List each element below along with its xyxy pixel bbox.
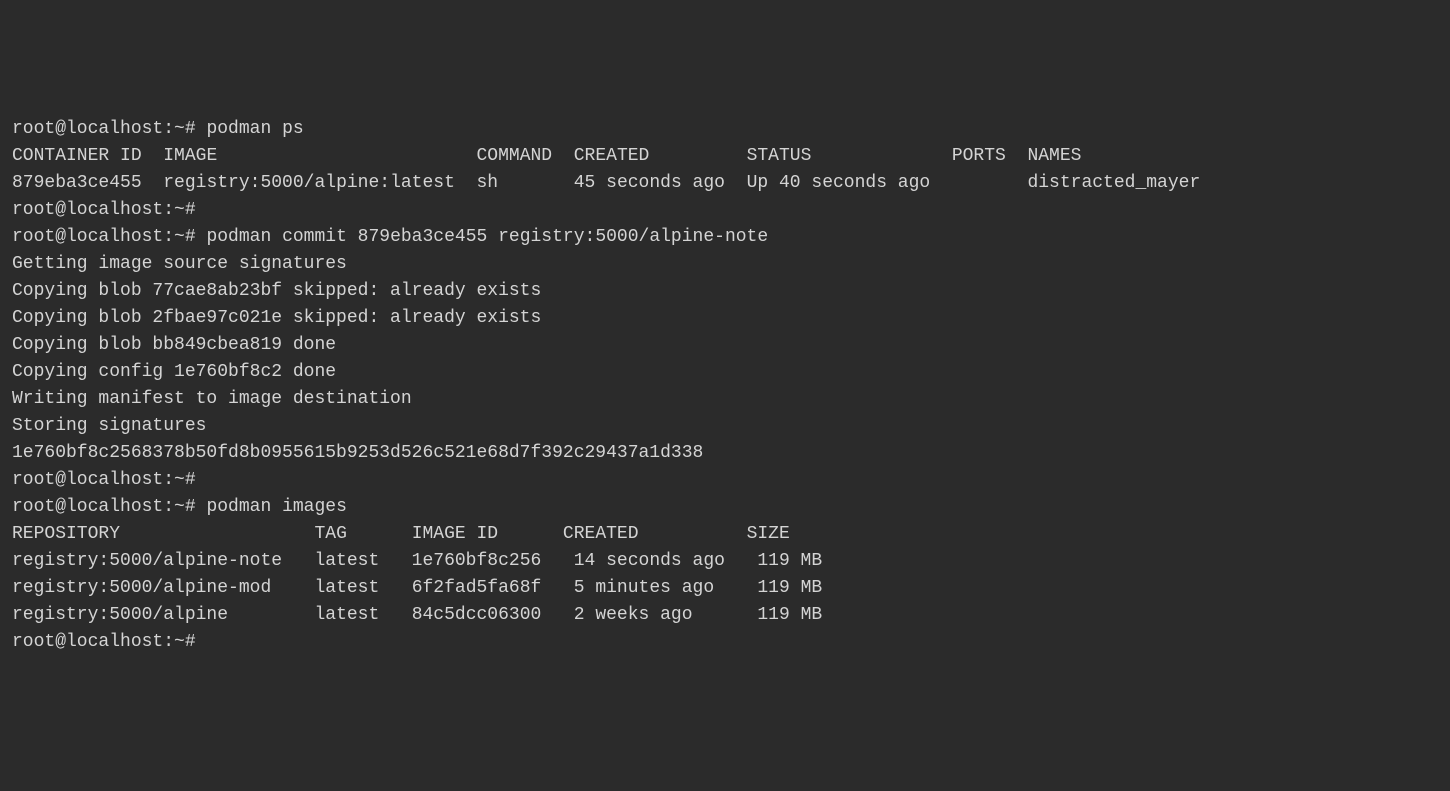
images-header-created: CREATED [563,524,639,544]
ps-header-command: COMMAND [477,146,553,166]
prompt-line-4: root@localhost:~# [12,467,1438,494]
command-text: podman commit 879eba3ce455 registry:5000… [206,227,768,247]
images-header-tag: TAG [314,524,346,544]
images-tag: latest [314,551,379,571]
prompt-line-6: root@localhost:~# [12,629,1438,656]
images-repository: registry:5000/alpine-note [12,551,282,571]
images-created: 2 weeks ago [574,605,693,625]
images-header-size: SIZE [747,524,790,544]
ps-command: sh [477,173,499,193]
prompt-line-2: root@localhost:~# [12,197,1438,224]
shell-prompt: root@localhost:~# [12,200,196,220]
terminal-output[interactable]: root@localhost:~# podman psCONTAINER ID … [12,116,1438,656]
shell-prompt: root@localhost:~# [12,119,196,139]
images-tag: latest [314,605,379,625]
ps-header-container-id: CONTAINER ID [12,146,142,166]
images-repository: registry:5000/alpine-mod [12,578,271,598]
images-created: 14 seconds ago [574,551,725,571]
commit-output-line: Storing signatures [12,413,1438,440]
shell-prompt: root@localhost:~# [12,470,196,490]
ps-header-image: IMAGE [163,146,217,166]
images-image-id: 6f2fad5fa68f [412,578,542,598]
commit-output-line: Copying blob bb849cbea819 done [12,332,1438,359]
images-repository: registry:5000/alpine [12,605,228,625]
prompt-line-5: root@localhost:~# podman images [12,494,1438,521]
ps-created: 45 seconds ago [574,173,725,193]
commit-output-line: Copying config 1e760bf8c2 done [12,359,1438,386]
images-header-row: REPOSITORY TAG IMAGE ID CREATED SIZE [12,521,1438,548]
commit-output-line: Copying blob 77cae8ab23bf skipped: alrea… [12,278,1438,305]
commit-output-line: Writing manifest to image destination [12,386,1438,413]
shell-prompt: root@localhost:~# [12,632,196,652]
images-tag: latest [314,578,379,598]
images-size: 119 MB [757,605,822,625]
prompt-line-3: root@localhost:~# podman commit 879eba3c… [12,224,1438,251]
images-data-row: registry:5000/alpine latest 84c5dcc06300… [12,602,1438,629]
images-image-id: 1e760bf8c256 [412,551,542,571]
shell-prompt: root@localhost:~# [12,497,196,517]
ps-header-created: CREATED [574,146,650,166]
prompt-line-1: root@localhost:~# podman ps [12,116,1438,143]
ps-header-row: CONTAINER ID IMAGE COMMAND CREATED STATU… [12,143,1438,170]
ps-header-names: NAMES [1027,146,1081,166]
command-text: podman ps [206,119,303,139]
commit-output-line: Getting image source signatures [12,251,1438,278]
images-size: 119 MB [757,551,822,571]
commit-output-line: Copying blob 2fbae97c021e skipped: alrea… [12,305,1438,332]
ps-data-row: 879eba3ce455 registry:5000/alpine:latest… [12,170,1438,197]
command-text: podman images [206,497,346,517]
images-size: 119 MB [757,578,822,598]
images-header-image-id: IMAGE ID [412,524,498,544]
ps-header-ports: PORTS [952,146,1006,166]
shell-prompt: root@localhost:~# [12,227,196,247]
images-data-row: registry:5000/alpine-note latest 1e760bf… [12,548,1438,575]
ps-header-status: STATUS [747,146,812,166]
images-data-row: registry:5000/alpine-mod latest 6f2fad5f… [12,575,1438,602]
ps-image: registry:5000/alpine:latest [163,173,455,193]
images-header-repository: REPOSITORY [12,524,120,544]
images-created: 5 minutes ago [574,578,714,598]
ps-names: distracted_mayer [1027,173,1200,193]
ps-status: Up 40 seconds ago [747,173,931,193]
images-image-id: 84c5dcc06300 [412,605,542,625]
commit-output-hash: 1e760bf8c2568378b50fd8b0955615b9253d526c… [12,440,1438,467]
ps-container-id: 879eba3ce455 [12,173,142,193]
